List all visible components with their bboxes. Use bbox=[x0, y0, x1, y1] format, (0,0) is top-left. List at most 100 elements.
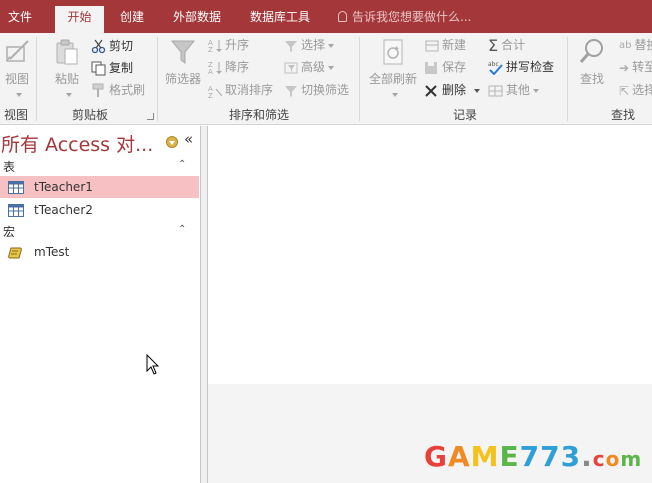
chevron-down-icon bbox=[15, 92, 22, 97]
watermark-letter: 7 bbox=[540, 440, 561, 473]
macro-scroll-icon bbox=[8, 247, 22, 259]
replace-button[interactable]: ab替换 bbox=[619, 35, 652, 55]
view-button[interactable]: 视图 bbox=[2, 37, 32, 101]
watermark-letter: 7 bbox=[519, 440, 541, 473]
collapse-pane-icon[interactable]: « bbox=[184, 130, 193, 148]
cut-label: 剪切 bbox=[109, 39, 134, 53]
watermark-letter: A bbox=[447, 440, 471, 473]
view-label: 视图 bbox=[4, 72, 29, 86]
totals-label: 合计 bbox=[501, 38, 526, 52]
nav-section-macros[interactable]: 宏 bbox=[3, 223, 15, 240]
watermark-logo: GAME773.com bbox=[424, 440, 642, 473]
delete-button[interactable]: 删除 bbox=[423, 80, 481, 100]
copy-button[interactable]: 复制 bbox=[91, 58, 133, 78]
advanced-button[interactable]: 高级 bbox=[284, 57, 335, 77]
spelling-label: 拼写检查 bbox=[506, 60, 555, 74]
sort-ascending-button[interactable]: A Z 升序 bbox=[208, 35, 249, 55]
advanced-filter-icon bbox=[284, 62, 298, 73]
watermark-letter: m bbox=[620, 447, 643, 471]
table-icon bbox=[8, 204, 24, 217]
group-label-records: 记录 bbox=[453, 108, 478, 122]
refresh-icon bbox=[383, 39, 403, 65]
nav-item-tteacher1[interactable]: tTeacher1 bbox=[0, 176, 199, 198]
more-label: 其他 bbox=[506, 83, 531, 97]
watermark-letter: o bbox=[605, 447, 621, 471]
refresh-all-label: 全部刷新 bbox=[368, 72, 417, 86]
nav-item-mtest[interactable]: mTest bbox=[0, 241, 199, 263]
cut-button[interactable]: 剪切 bbox=[91, 36, 133, 56]
chevron-up-icon[interactable]: ⌃ bbox=[178, 224, 186, 235]
pointer-icon: ⇱ bbox=[619, 83, 630, 98]
delete-x-icon bbox=[425, 84, 437, 97]
totals-button[interactable]: Σ 合计 bbox=[488, 35, 525, 55]
clear-sort-button[interactable]: A Z 取消排序 bbox=[208, 80, 273, 100]
navigation-pane: 所有 Access 对... « 表 ⌃ tTeacher1 tTeacher2… bbox=[0, 126, 201, 483]
brush-icon bbox=[92, 83, 104, 97]
svg-text:Z: Z bbox=[208, 92, 213, 98]
nav-menu-dropdown-icon[interactable] bbox=[166, 136, 178, 148]
watermark-letter: 3 bbox=[560, 440, 582, 473]
select-label: 选择 bbox=[632, 83, 652, 97]
separator bbox=[36, 37, 37, 121]
sigma-icon: Σ bbox=[488, 35, 499, 55]
find-label: 查找 bbox=[579, 72, 604, 86]
select-button[interactable]: ⇱ 选择 bbox=[619, 80, 652, 100]
toggle-filter-label: 切换筛选 bbox=[301, 83, 350, 97]
sort-descending-button[interactable]: Z A 降序 bbox=[208, 57, 249, 77]
save-icon bbox=[425, 61, 437, 74]
group-label-view: 视图 bbox=[4, 108, 29, 122]
goto-button[interactable]: ➔ 转至 bbox=[619, 57, 652, 77]
filter-button[interactable]: 筛选器 bbox=[163, 37, 203, 87]
chevron-up-icon[interactable]: ⌃ bbox=[178, 159, 186, 170]
nav-item-label: tTeacher1 bbox=[34, 180, 93, 194]
pane-splitter[interactable] bbox=[200, 126, 208, 483]
selection-label: 选择 bbox=[301, 38, 326, 52]
spelling-button[interactable]: abc 拼写检查 bbox=[488, 57, 554, 77]
toggle-filter-icon bbox=[285, 85, 297, 97]
tab-external-data[interactable]: 外部数据 bbox=[162, 6, 232, 33]
nav-section-tables[interactable]: 表 bbox=[3, 158, 15, 175]
tell-me-text: 告诉我您想要做什么... bbox=[352, 10, 472, 24]
sort-ascending-label: 升序 bbox=[225, 38, 250, 52]
chevron-down-icon bbox=[474, 88, 481, 93]
tab-database-tools[interactable]: 数据库工具 bbox=[240, 6, 320, 33]
tab-file[interactable]: 文件 bbox=[0, 6, 40, 33]
table-more-icon bbox=[488, 85, 503, 96]
ribbon: 视图 视图 粘贴 剪切 复制 格式刷 剪贴板 筛选器 A Z 升序 Z A 降序… bbox=[0, 33, 652, 125]
find-button[interactable]: 查找 bbox=[575, 37, 609, 87]
toggle-filter-button[interactable]: 切换筛选 bbox=[284, 80, 349, 100]
new-record-button[interactable]: 新建 bbox=[423, 35, 466, 55]
svg-text:Z: Z bbox=[208, 46, 213, 53]
chevron-down-icon bbox=[328, 43, 335, 48]
mouse-cursor-icon bbox=[146, 354, 160, 375]
tab-create[interactable]: 创建 bbox=[112, 6, 152, 33]
group-label-sort-filter: 排序和筛选 bbox=[229, 108, 290, 122]
copy-icon bbox=[91, 61, 106, 76]
tab-home[interactable]: 开始 bbox=[55, 6, 104, 33]
format-painter-button[interactable]: 格式刷 bbox=[91, 80, 145, 100]
selection-button[interactable]: 选择 bbox=[284, 35, 335, 55]
spell-check-icon: abc bbox=[488, 61, 503, 75]
chevron-down-icon bbox=[533, 88, 540, 93]
sort-descending-icon: Z A bbox=[208, 61, 222, 75]
tell-me-box[interactable]: 告诉我您想要做什么... bbox=[338, 6, 471, 29]
dialog-launcher-icon[interactable] bbox=[147, 113, 154, 120]
nav-pane-title[interactable]: 所有 Access 对... bbox=[1, 130, 153, 157]
more-button[interactable]: 其他 bbox=[488, 80, 540, 100]
nav-item-tteacher2[interactable]: tTeacher2 bbox=[0, 199, 199, 221]
separator bbox=[567, 37, 568, 121]
group-label-find: 查找 bbox=[611, 108, 636, 122]
svg-text:abc: abc bbox=[488, 61, 499, 68]
save-button[interactable]: 保存 bbox=[423, 57, 466, 77]
sort-ascending-icon: A Z bbox=[208, 39, 222, 53]
watermark-letter: c bbox=[592, 447, 606, 471]
nav-item-label: mTest bbox=[34, 245, 70, 259]
watermark-letter: E bbox=[499, 440, 520, 473]
funnel-icon bbox=[170, 40, 196, 64]
new-record-icon bbox=[425, 40, 439, 51]
clear-sort-icon: A Z bbox=[208, 85, 222, 98]
refresh-all-button[interactable]: 全部刷新 bbox=[367, 37, 419, 101]
format-painter-label: 格式刷 bbox=[109, 83, 146, 97]
paste-button[interactable]: 粘贴 bbox=[50, 37, 84, 101]
filter-label: 筛选器 bbox=[164, 72, 201, 86]
